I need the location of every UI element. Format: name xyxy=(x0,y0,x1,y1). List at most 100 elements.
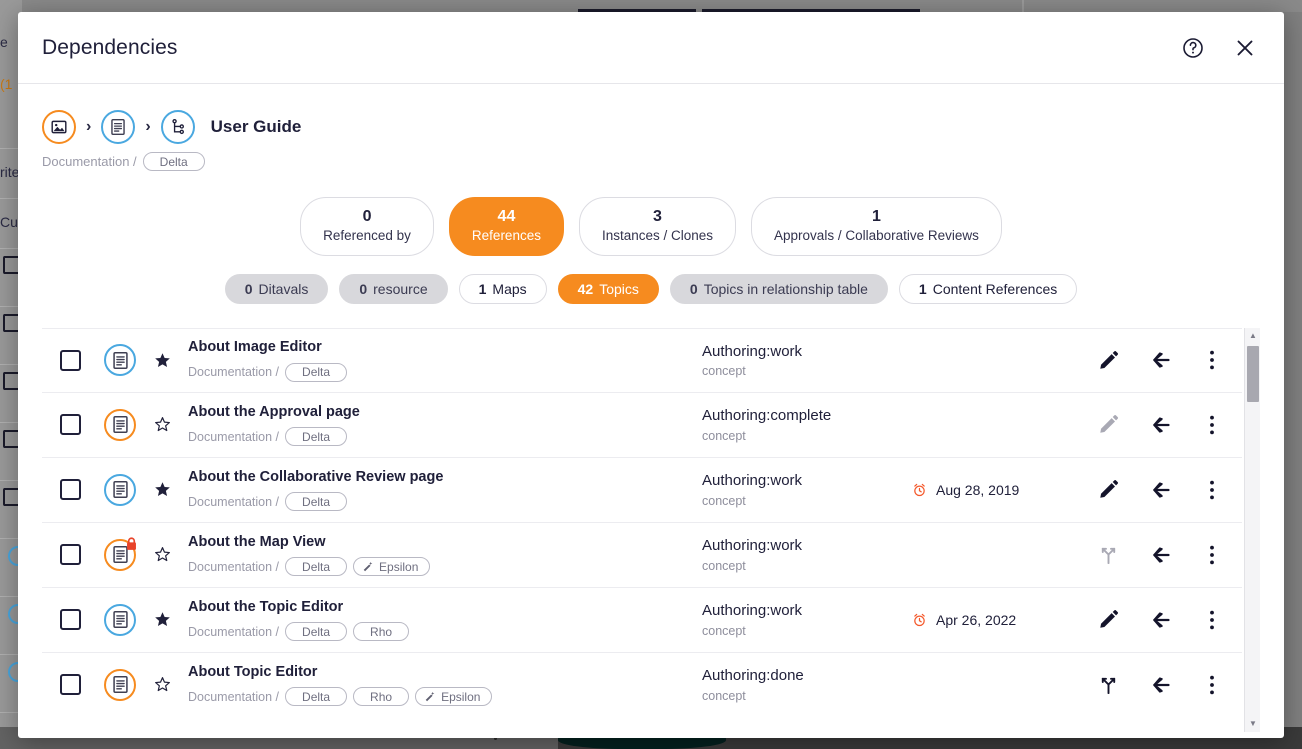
row-due-date: Aug 28, 2019 xyxy=(936,481,1020,498)
row-tag[interactable]: Rho xyxy=(353,687,410,707)
more-vertical-icon[interactable] xyxy=(1186,544,1238,566)
scrollbar-thumb[interactable] xyxy=(1247,345,1259,402)
more-vertical-icon[interactable] xyxy=(1186,349,1238,371)
table-row[interactable]: About the Topic Editor Documentation / Del… xyxy=(42,587,1242,653)
stat-referenced-by[interactable]: 0 Referenced by xyxy=(300,197,434,256)
close-icon[interactable] xyxy=(1232,35,1258,61)
edit-pencil-icon[interactable] xyxy=(1082,414,1134,435)
row-status-type: concept xyxy=(702,623,746,638)
table-row[interactable]: About the Collaborative Review page Docum… xyxy=(42,457,1242,523)
reference-arrow-icon[interactable] xyxy=(1134,608,1186,632)
breadcrumb-tag[interactable]: Delta xyxy=(142,152,205,171)
row-checkbox[interactable] xyxy=(59,414,81,436)
breadcrumb-document-icon[interactable] xyxy=(101,110,136,144)
row-main: About Image Editor Documentation / Delta xyxy=(182,338,702,382)
row-tag[interactable]: Delta xyxy=(285,557,348,577)
row-path-label: Documentation / xyxy=(188,429,280,444)
row-doc-icon-cell xyxy=(98,344,142,377)
branch-icon[interactable] xyxy=(1082,544,1134,565)
row-status: Authoring:done xyxy=(702,667,804,685)
row-title[interactable]: About the Map View xyxy=(188,533,702,553)
filter-topics-in-relationship-table[interactable]: 0 Topics in relationship table xyxy=(669,273,888,304)
background-text-fragment: Cu xyxy=(0,214,18,230)
help-circle-icon[interactable] xyxy=(1180,35,1206,61)
edit-pencil-icon[interactable] xyxy=(1082,350,1134,371)
breadcrumb-separator: › xyxy=(145,118,151,135)
row-title[interactable]: About Topic Editor xyxy=(188,663,702,683)
star-outline-icon[interactable] xyxy=(142,416,182,433)
row-tag[interactable]: Delta xyxy=(285,427,348,447)
row-checkbox[interactable] xyxy=(59,609,81,631)
row-tag[interactable]: Delta xyxy=(285,362,348,382)
reference-arrow-icon[interactable] xyxy=(1134,413,1186,437)
filter-content-references[interactable]: 1 Content References xyxy=(898,273,1078,304)
alarm-clock-icon xyxy=(914,613,925,626)
magic-wand-icon xyxy=(363,561,373,572)
filter-maps[interactable]: 1 Maps xyxy=(458,273,547,304)
row-checkbox[interactable] xyxy=(59,544,81,566)
breadcrumb-map-tree-icon[interactable] xyxy=(160,110,195,144)
scroll-up-icon[interactable]: ▲ xyxy=(1245,328,1260,344)
document-icon[interactable] xyxy=(104,537,136,571)
filter-ditavals[interactable]: 0 Ditavals xyxy=(224,273,329,304)
row-tag[interactable]: Rho xyxy=(353,622,410,642)
row-status: Authoring:work xyxy=(702,472,803,490)
row-tag[interactable]: Delta xyxy=(285,492,348,512)
document-icon[interactable] xyxy=(104,408,136,441)
reference-arrow-icon[interactable] xyxy=(1134,543,1186,567)
breadcrumb-title: User Guide xyxy=(210,117,302,136)
reference-arrow-icon[interactable] xyxy=(1134,478,1186,502)
document-icon[interactable] xyxy=(104,473,136,506)
table-row[interactable]: About Image Editor Documentation / Delta Au… xyxy=(42,327,1242,393)
row-title[interactable]: About Image Editor xyxy=(188,338,702,358)
row-tag[interactable]: Delta xyxy=(285,622,348,642)
table-row[interactable]: About the Approval page Documentation / De… xyxy=(42,392,1242,458)
reference-arrow-icon[interactable] xyxy=(1134,673,1186,697)
stat-count: 0 xyxy=(362,208,372,225)
row-checkbox[interactable] xyxy=(59,349,81,371)
magic-wand-icon xyxy=(425,691,435,702)
filter-resource[interactable]: 0 resource xyxy=(339,273,448,304)
table-row[interactable]: About Topic Editor Documentation / Delta Rh… xyxy=(42,652,1242,718)
row-tag-label: Delta xyxy=(302,494,331,509)
star-outline-icon[interactable] xyxy=(142,546,182,563)
row-main: About the Topic Editor Documentation / Del… xyxy=(182,598,702,642)
document-icon[interactable] xyxy=(104,603,136,636)
branch-icon[interactable] xyxy=(1082,674,1134,695)
breadcrumb-image-icon[interactable] xyxy=(42,110,76,144)
row-tag[interactable]: Epsilon xyxy=(353,557,431,577)
row-checkbox[interactable] xyxy=(59,479,81,501)
filter-topics[interactable]: 42 Topics xyxy=(557,273,659,304)
more-vertical-icon[interactable] xyxy=(1186,414,1238,436)
stat-label: Referenced by xyxy=(323,228,411,243)
row-path-label: Documentation / xyxy=(188,689,280,704)
row-main: About the Collaborative Review page Docum… xyxy=(182,468,702,512)
reference-arrow-icon[interactable] xyxy=(1134,348,1186,372)
star-filled-icon[interactable] xyxy=(142,352,182,369)
star-filled-icon[interactable] xyxy=(142,611,182,628)
row-tag[interactable]: Epsilon xyxy=(415,687,493,707)
row-title[interactable]: About the Topic Editor xyxy=(188,598,702,618)
stat-approvals-reviews[interactable]: 1 Approvals / Collaborative Reviews xyxy=(751,197,1002,256)
document-icon[interactable] xyxy=(104,344,136,377)
more-vertical-icon[interactable] xyxy=(1186,674,1238,696)
list-scrollbar[interactable]: ▲ ▼ xyxy=(1244,327,1260,732)
table-row[interactable]: About the Map View Documentation / Delta Ep… xyxy=(42,522,1242,588)
scroll-down-icon[interactable]: ▼ xyxy=(1245,716,1260,732)
row-status-type: concept xyxy=(702,364,746,379)
edit-pencil-icon[interactable] xyxy=(1082,609,1134,630)
more-vertical-icon[interactable] xyxy=(1186,609,1238,631)
stat-references[interactable]: 44 References xyxy=(448,197,564,256)
row-title[interactable]: About the Collaborative Review page xyxy=(188,468,702,488)
edit-pencil-icon[interactable] xyxy=(1082,479,1134,500)
row-tag-label: Delta xyxy=(302,365,331,380)
star-filled-icon[interactable] xyxy=(142,481,182,498)
row-doc-icon-cell xyxy=(98,537,142,571)
row-tag[interactable]: Delta xyxy=(285,687,348,707)
row-title[interactable]: About the Approval page xyxy=(188,403,702,423)
more-vertical-icon[interactable] xyxy=(1186,479,1238,501)
star-outline-icon[interactable] xyxy=(142,676,182,693)
document-icon[interactable] xyxy=(104,668,136,701)
row-checkbox[interactable] xyxy=(59,674,81,696)
stat-instances-clones[interactable]: 3 Instances / Clones xyxy=(578,197,737,256)
